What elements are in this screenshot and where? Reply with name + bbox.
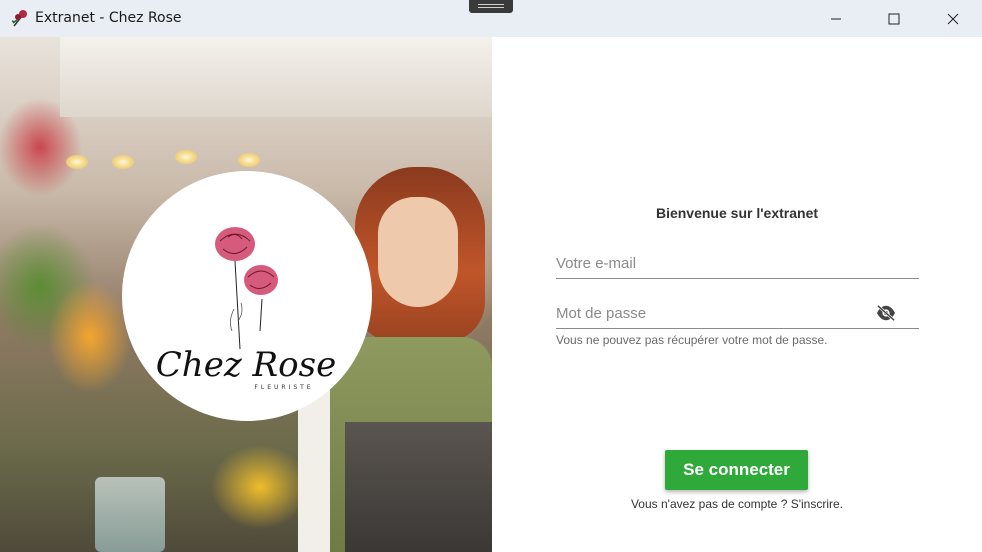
- signup-link[interactable]: S'inscrire.: [791, 497, 843, 511]
- close-button[interactable]: [930, 0, 976, 37]
- email-field[interactable]: [556, 250, 919, 279]
- florist-photo: Chez Rose FLEURISTE: [0, 37, 492, 552]
- rose-app-icon: [11, 10, 27, 27]
- shop-ceiling: [60, 37, 492, 117]
- welcome-heading: Bienvenue sur l'extranet: [655, 205, 819, 221]
- florist-face: [378, 197, 458, 307]
- minimize-button[interactable]: [813, 0, 859, 37]
- ceiling-lamp: [175, 150, 197, 164]
- login-button[interactable]: Se connecter: [665, 450, 808, 490]
- signup-prompt: Vous n'avez pas de compte ? S'inscrire.: [556, 497, 918, 511]
- logo-badge: Chez Rose FLEURISTE: [122, 171, 372, 421]
- maximize-button[interactable]: [871, 0, 917, 37]
- email-input[interactable]: [556, 250, 866, 276]
- logo-tagline: FLEURISTE: [254, 384, 313, 391]
- chez-rose-logo: Chez Rose FLEURISTE: [156, 227, 336, 391]
- maximize-icon: [888, 13, 900, 24]
- flower-vase: [95, 477, 165, 552]
- password-field[interactable]: [556, 300, 919, 329]
- logo-name: Chez Rose: [156, 345, 336, 385]
- no-account-text: Vous n'avez pas de compte ?: [630, 497, 788, 511]
- ceiling-lamp: [66, 155, 88, 169]
- minimize-icon: [831, 18, 841, 19]
- snap-handle[interactable]: [469, 0, 513, 13]
- rose-illustration: [215, 227, 278, 350]
- laptop: [345, 422, 492, 552]
- ceiling-lamp: [112, 155, 134, 169]
- forgot-password-text: Vous ne pouvez pas récupérer votre mot d…: [556, 333, 828, 347]
- ceiling-lamp: [238, 153, 260, 167]
- close-icon: [947, 13, 959, 24]
- eye-off-icon[interactable]: [875, 304, 897, 322]
- password-input[interactable]: [556, 300, 866, 326]
- title-bar[interactable]: Extranet - Chez Rose: [0, 0, 982, 37]
- window-title: Extranet - Chez Rose: [35, 10, 182, 26]
